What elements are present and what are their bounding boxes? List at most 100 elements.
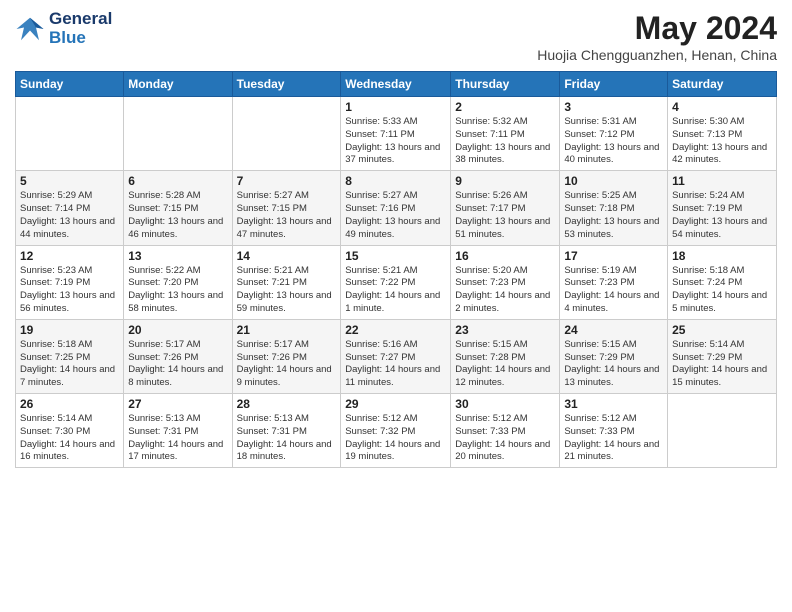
day-cell: 6Sunrise: 5:28 AM Sunset: 7:15 PM Daylig…: [124, 171, 232, 245]
day-info: Sunrise: 5:18 AM Sunset: 7:24 PM Dayligh…: [672, 265, 772, 316]
day-number: 23: [455, 323, 555, 337]
logo-text: General Blue: [49, 10, 112, 47]
week-row-1: 1Sunrise: 5:33 AM Sunset: 7:11 PM Daylig…: [16, 97, 777, 171]
day-info: Sunrise: 5:31 AM Sunset: 7:12 PM Dayligh…: [564, 116, 663, 167]
day-number: 27: [128, 397, 227, 411]
day-info: Sunrise: 5:21 AM Sunset: 7:22 PM Dayligh…: [345, 265, 446, 316]
day-info: Sunrise: 5:16 AM Sunset: 7:27 PM Dayligh…: [345, 339, 446, 390]
day-number: 21: [237, 323, 337, 337]
col-header-tuesday: Tuesday: [232, 72, 341, 97]
day-info: Sunrise: 5:12 AM Sunset: 7:33 PM Dayligh…: [455, 413, 555, 464]
day-number: 1: [345, 100, 446, 114]
col-header-thursday: Thursday: [451, 72, 560, 97]
day-cell: 13Sunrise: 5:22 AM Sunset: 7:20 PM Dayli…: [124, 245, 232, 319]
day-cell: 7Sunrise: 5:27 AM Sunset: 7:15 PM Daylig…: [232, 171, 341, 245]
day-cell: 21 Sunrise: 5:17 AM Sunset: 7:26 PM Dayli…: [232, 319, 341, 393]
day-info: Sunrise: 5:29 AM Sunset: 7:14 PM Dayligh…: [20, 190, 119, 241]
day-number: 20: [128, 323, 227, 337]
day-cell: 12Sunrise: 5:23 AM Sunset: 7:19 PM Dayli…: [16, 245, 124, 319]
day-number: 4: [672, 100, 772, 114]
day-info: Sunrise: 5:13 AM Sunset: 7:31 PM Dayligh…: [128, 413, 227, 464]
week-row-4: 19 Sunrise: 5:18 AM Sunset: 7:25 PM Dayli…: [16, 319, 777, 393]
day-cell: [232, 97, 341, 171]
day-cell: [124, 97, 232, 171]
day-number: 10: [564, 174, 663, 188]
header: General Blue May 2024 Huojia Chengguanzh…: [15, 10, 777, 63]
day-number: 19: [20, 323, 119, 337]
day-cell: 15 Sunrise: 5:21 AM Sunset: 7:22 PM Dayli…: [341, 245, 451, 319]
day-cell: 29 Sunrise: 5:12 AM Sunset: 7:32 PM Dayli…: [341, 394, 451, 468]
day-info: Sunrise: 5:17 AM Sunset: 7:26 PM Dayligh…: [237, 339, 337, 390]
day-cell: 20 Sunrise: 5:17 AM Sunset: 7:26 PM Dayli…: [124, 319, 232, 393]
day-cell: 16 Sunrise: 5:20 AM Sunset: 7:23 PM Dayli…: [451, 245, 560, 319]
location-subtitle: Huojia Chengguanzhen, Henan, China: [537, 47, 777, 63]
day-number: 5: [20, 174, 119, 188]
day-cell: 18 Sunrise: 5:18 AM Sunset: 7:24 PM Dayli…: [668, 245, 777, 319]
day-number: 15: [345, 249, 446, 263]
col-header-friday: Friday: [560, 72, 668, 97]
week-row-2: 5 Sunrise: 5:29 AM Sunset: 7:14 PM Daylig…: [16, 171, 777, 245]
day-cell: 11 Sunrise: 5:24 AM Sunset: 7:19 PM Dayli…: [668, 171, 777, 245]
day-cell: 19 Sunrise: 5:18 AM Sunset: 7:25 PM Dayli…: [16, 319, 124, 393]
day-number: 9: [455, 174, 555, 188]
day-info: Sunrise: 5:20 AM Sunset: 7:23 PM Dayligh…: [455, 265, 555, 316]
day-info: Sunrise: 5:26 AM Sunset: 7:17 PM Dayligh…: [455, 190, 555, 241]
day-info: Sunrise: 5:12 AM Sunset: 7:32 PM Dayligh…: [345, 413, 446, 464]
day-number: 13: [128, 249, 227, 263]
week-row-5: 26 Sunrise: 5:14 AM Sunset: 7:30 PM Dayli…: [16, 394, 777, 468]
day-cell: 9 Sunrise: 5:26 AM Sunset: 7:17 PM Daylig…: [451, 171, 560, 245]
calendar-page: General Blue May 2024 Huojia Chengguanzh…: [0, 0, 792, 612]
title-section: May 2024 Huojia Chengguanzhen, Henan, Ch…: [537, 10, 777, 63]
calendar-table: SundayMondayTuesdayWednesdayThursdayFrid…: [15, 71, 777, 468]
day-cell: 17 Sunrise: 5:19 AM Sunset: 7:23 PM Dayli…: [560, 245, 668, 319]
day-cell: 27 Sunrise: 5:13 AM Sunset: 7:31 PM Dayli…: [124, 394, 232, 468]
day-cell: 4 Sunrise: 5:30 AM Sunset: 7:13 PM Daylig…: [668, 97, 777, 171]
day-number: 17: [564, 249, 663, 263]
day-number: 18: [672, 249, 772, 263]
day-info: Sunrise: 5:18 AM Sunset: 7:25 PM Dayligh…: [20, 339, 119, 390]
week-row-3: 12Sunrise: 5:23 AM Sunset: 7:19 PM Dayli…: [16, 245, 777, 319]
day-cell: [16, 97, 124, 171]
day-info: Sunrise: 5:24 AM Sunset: 7:19 PM Dayligh…: [672, 190, 772, 241]
logo: General Blue: [15, 10, 112, 47]
day-info: Sunrise: 5:17 AM Sunset: 7:26 PM Dayligh…: [128, 339, 227, 390]
day-cell: 23 Sunrise: 5:15 AM Sunset: 7:28 PM Dayli…: [451, 319, 560, 393]
day-number: 31: [564, 397, 663, 411]
day-number: 30: [455, 397, 555, 411]
day-number: 16: [455, 249, 555, 263]
day-number: 12: [20, 249, 119, 263]
day-cell: 2 Sunrise: 5:32 AM Sunset: 7:11 PM Daylig…: [451, 97, 560, 171]
day-info: Sunrise: 5:14 AM Sunset: 7:30 PM Dayligh…: [20, 413, 119, 464]
day-info: Sunrise: 5:25 AM Sunset: 7:18 PM Dayligh…: [564, 190, 663, 241]
day-info: Sunrise: 5:13 AM Sunset: 7:31 PM Dayligh…: [237, 413, 337, 464]
day-cell: [668, 394, 777, 468]
day-number: 22: [345, 323, 446, 337]
month-title: May 2024: [537, 10, 777, 47]
day-info: Sunrise: 5:21 AM Sunset: 7:21 PM Dayligh…: [237, 265, 337, 316]
day-number: 7: [237, 174, 337, 188]
logo-icon: [15, 14, 45, 44]
col-header-wednesday: Wednesday: [341, 72, 451, 97]
day-cell: 1Sunrise: 5:33 AM Sunset: 7:11 PM Daylig…: [341, 97, 451, 171]
day-number: 11: [672, 174, 772, 188]
day-info: Sunrise: 5:30 AM Sunset: 7:13 PM Dayligh…: [672, 116, 772, 167]
day-cell: 3Sunrise: 5:31 AM Sunset: 7:12 PM Daylig…: [560, 97, 668, 171]
day-cell: 14Sunrise: 5:21 AM Sunset: 7:21 PM Dayli…: [232, 245, 341, 319]
day-number: 2: [455, 100, 555, 114]
day-number: 8: [345, 174, 446, 188]
day-number: 29: [345, 397, 446, 411]
day-info: Sunrise: 5:28 AM Sunset: 7:15 PM Dayligh…: [128, 190, 227, 241]
day-cell: 5 Sunrise: 5:29 AM Sunset: 7:14 PM Daylig…: [16, 171, 124, 245]
day-info: Sunrise: 5:14 AM Sunset: 7:29 PM Dayligh…: [672, 339, 772, 390]
day-cell: 25Sunrise: 5:14 AM Sunset: 7:29 PM Dayli…: [668, 319, 777, 393]
day-cell: 31 Sunrise: 5:12 AM Sunset: 7:33 PM Dayli…: [560, 394, 668, 468]
day-info: Sunrise: 5:12 AM Sunset: 7:33 PM Dayligh…: [564, 413, 663, 464]
day-number: 26: [20, 397, 119, 411]
header-row: SundayMondayTuesdayWednesdayThursdayFrid…: [16, 72, 777, 97]
day-info: Sunrise: 5:15 AM Sunset: 7:28 PM Dayligh…: [455, 339, 555, 390]
day-info: Sunrise: 5:19 AM Sunset: 7:23 PM Dayligh…: [564, 265, 663, 316]
day-info: Sunrise: 5:27 AM Sunset: 7:16 PM Dayligh…: [345, 190, 446, 241]
day-cell: 30 Sunrise: 5:12 AM Sunset: 7:33 PM Dayli…: [451, 394, 560, 468]
day-info: Sunrise: 5:32 AM Sunset: 7:11 PM Dayligh…: [455, 116, 555, 167]
day-cell: 26 Sunrise: 5:14 AM Sunset: 7:30 PM Dayli…: [16, 394, 124, 468]
